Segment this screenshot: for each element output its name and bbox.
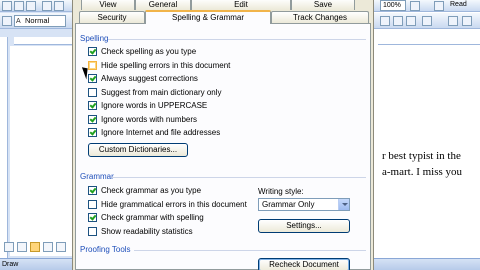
spelling-grammar-panel: Spelling Check spelling as you type Hide… [75,23,371,270]
vertical-ruler [0,37,8,259]
read-button[interactable]: Read [446,0,476,11]
italic-icon[interactable] [393,16,403,26]
spelling-heading: Spelling [80,34,109,43]
toolbar-icon[interactable] [54,1,64,11]
checkbox[interactable] [88,115,97,124]
toolbar-icon[interactable] [14,1,24,11]
checkbox[interactable] [88,213,97,222]
always-suggest-option[interactable]: Always suggest corrections [88,74,198,83]
checkbox[interactable] [88,200,97,209]
reading-view-icon[interactable] [56,242,66,252]
check-spelling-option[interactable]: Check spelling as you type [88,47,196,56]
toolbar-icon[interactable] [434,1,444,11]
print-view-icon[interactable] [30,242,40,252]
main-dictionary-option[interactable]: Suggest from main dictionary only [88,88,222,97]
style-pane-icon[interactable] [2,16,12,26]
section-divider [108,39,366,40]
writing-style-label: Writing style: [258,187,304,196]
horizontal-ruler [14,37,72,45]
tab-track-changes[interactable]: Track Changes [271,11,369,23]
tab-spelling-grammar[interactable]: Spelling & Grammar [145,10,271,24]
ignore-numbers-option[interactable]: Ignore words with numbers [88,115,197,124]
normal-view-icon[interactable] [4,242,14,252]
ignore-uppercase-option[interactable]: Ignore words in UPPERCASE [88,101,207,110]
checkbox[interactable] [88,227,97,236]
checkbox[interactable] [88,186,97,195]
writing-style-select[interactable]: Grammar Only [258,198,350,211]
align-icon[interactable] [422,16,432,26]
check-grammar-option[interactable]: Check grammar as you type [88,186,201,195]
checkbox[interactable] [88,101,97,110]
checkbox[interactable] [88,61,97,70]
grammar-with-spelling-option[interactable]: Check grammar with spelling [88,213,204,222]
style-icon: A [16,18,21,25]
document-text-line[interactable]: r best typist in the [382,150,461,162]
toolbar-icon[interactable] [462,16,472,26]
tab-edit[interactable]: Edit [191,0,291,10]
chevron-down-icon[interactable] [338,199,349,210]
hide-grammar-errors-option[interactable]: Hide grammatical errors in this document [88,200,247,209]
font-color-icon[interactable] [448,16,458,26]
toolbar-icon[interactable] [42,1,52,11]
proofing-tools-heading: Proofing Tools [80,245,131,254]
underline-icon[interactable] [406,16,416,26]
readability-statistics-option[interactable]: Show readability statistics [88,227,193,236]
custom-dictionaries-button[interactable]: Custom Dictionaries... [88,143,188,157]
document-page-left[interactable] [10,46,72,256]
toolbar-icon[interactable] [26,1,36,11]
outline-view-icon[interactable] [43,242,53,252]
horizontal-ruler-right [378,37,480,45]
web-view-icon[interactable] [17,242,27,252]
grammar-heading: Grammar [80,172,114,181]
checkbox[interactable] [88,88,97,97]
section-divider [134,250,366,251]
tab-security[interactable]: Security [79,11,145,23]
draw-menu[interactable]: Draw [2,261,18,268]
tab-save[interactable]: Save [291,0,355,10]
tab-view[interactable]: View [81,0,135,10]
hide-spelling-errors-option[interactable]: Hide spelling errors in this document [88,61,230,70]
bold-icon[interactable] [380,16,390,26]
style-dropdown[interactable]: A Normal [14,15,66,27]
options-dialog: View General Edit Save Security Spelling… [72,0,374,270]
tab-general[interactable]: General [135,0,191,10]
ignore-internet-option[interactable]: Ignore Internet and file addresses [88,128,220,137]
document-text-line[interactable]: a-mart. I miss you [382,166,462,178]
settings-button[interactable]: Settings... [258,219,350,233]
zoom-dropdown[interactable]: 100% [380,0,406,11]
toolbar-icon[interactable] [2,1,12,11]
section-divider [112,177,366,178]
recheck-document-button[interactable]: Recheck Document [258,258,350,270]
checkbox[interactable] [88,47,97,56]
checkbox[interactable] [88,128,97,137]
help-icon[interactable] [410,1,420,11]
